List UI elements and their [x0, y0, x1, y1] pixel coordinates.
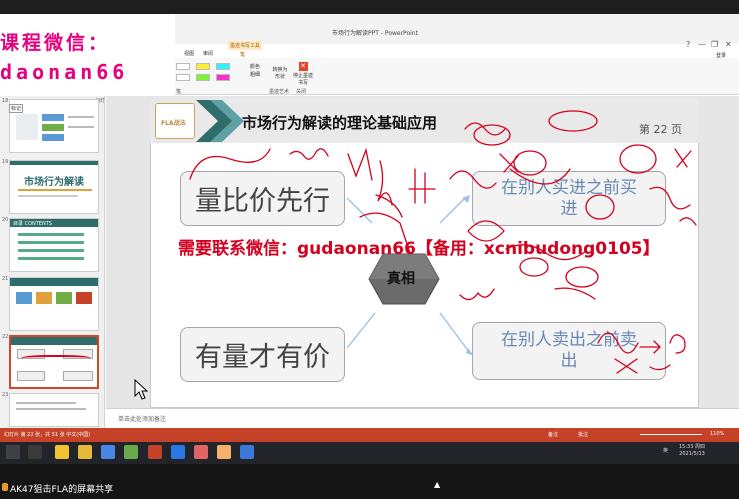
file-explorer-icon[interactable] [55, 445, 69, 459]
input-language[interactable]: 英 [663, 447, 668, 454]
slide-thumbnail-active[interactable] [9, 335, 99, 389]
thumb-number: 19 [2, 159, 9, 165]
clock[interactable]: 15:33 周四 2021/5/13 [679, 444, 705, 458]
notes-placeholder[interactable]: 单击此处添加备注 [118, 414, 166, 423]
zoom-level[interactable]: 110% [710, 431, 724, 437]
thumb-number: 20 [2, 217, 9, 223]
tab-pens[interactable]: 笔 [240, 51, 245, 58]
stop-icon: ✕ [298, 62, 308, 71]
app-icon[interactable] [101, 445, 115, 459]
screen-share-label: AK47狙击FLA的屏幕共享 [10, 485, 114, 495]
zoom-slider[interactable] [640, 434, 702, 435]
app-icon[interactable] [217, 445, 231, 459]
convert-to-shapes-button[interactable]: 转换为形状 [271, 66, 289, 80]
folder-icon[interactable] [78, 445, 92, 459]
pen-thickness-button[interactable]: 粗细 [250, 71, 260, 78]
pen-swatch[interactable] [216, 63, 230, 70]
ribbon-group-ink-art: 墨迹艺术 [269, 89, 290, 95]
overlay-contact-text: 需要联系微信：gudaonan66【备用：xcnibudong0105】 [178, 239, 660, 259]
tab-view[interactable]: 视图 [184, 50, 194, 57]
app-icon[interactable] [240, 445, 254, 459]
slide-position-status: 幻灯片 第 22 张，共 51 张 中文(中国) [4, 432, 91, 438]
thumb-number: 18 [2, 98, 9, 104]
watermark-line-2: daonan66 [0, 60, 129, 84]
notes-pane[interactable] [106, 408, 739, 428]
tab-review[interactable]: 审阅 [203, 50, 213, 57]
close-icon[interactable]: ✕ [725, 40, 732, 49]
tab-drawing-tools[interactable]: 墨迹书写工具 [228, 41, 263, 50]
document-title: 市场行为解读PPT - PowerPoint [332, 30, 418, 37]
thumb-number: 21 [2, 276, 9, 282]
search-icon[interactable] [28, 445, 42, 459]
watermark-line-1: 课程微信： [0, 32, 111, 54]
app-icon[interactable] [171, 445, 185, 459]
tooltip: 标记 [9, 104, 24, 113]
stop-inking-label: 停止墨迹书写 [293, 73, 314, 86]
comments-toggle[interactable]: 批注 [578, 431, 588, 438]
powerpoint-icon[interactable] [148, 445, 162, 459]
pen-swatch[interactable] [196, 74, 210, 81]
ribbon-group-close: 关闭 [296, 89, 307, 95]
thumb-number: 22 [2, 334, 9, 340]
start-icon[interactable] [6, 445, 20, 459]
minimize-icon[interactable]: — [698, 40, 706, 49]
clock-time: 15:33 周四 [679, 444, 705, 450]
mouse-pointer-icon [134, 379, 148, 400]
pen-swatch[interactable] [196, 63, 210, 70]
thumb-number: 23 [2, 392, 9, 398]
cursor-icon: ▲ [434, 480, 441, 489]
ribbon-group-pens: 笔 [176, 89, 182, 95]
slide-thumbnail[interactable]: 市场行为解读 [9, 160, 99, 214]
restore-icon[interactable]: ❐ [711, 40, 718, 49]
user-icon [2, 483, 8, 491]
pen-color-button[interactable]: 颜色 [250, 63, 260, 70]
thumb-title: 目录 CONTENTS [13, 221, 52, 227]
pen-swatch[interactable] [176, 74, 190, 81]
app-icon[interactable] [124, 445, 138, 459]
pen-swatch[interactable] [176, 63, 190, 70]
slide-thumbnail[interactable] [9, 277, 99, 331]
slide-thumbnail[interactable] [9, 393, 99, 427]
help-icon[interactable]: ? [686, 40, 690, 49]
app-icon[interactable] [194, 445, 208, 459]
clock-date: 2021/5/13 [679, 451, 705, 457]
thumb-title: 市场行为解读 [24, 177, 84, 188]
notes-toggle[interactable]: 备注 [548, 431, 558, 438]
pen-swatch[interactable] [216, 74, 230, 81]
status-bar [0, 428, 739, 442]
slide-thumbnail[interactable]: 目录 CONTENTS [9, 218, 99, 272]
stop-inking-button[interactable]: ✕ 停止墨迹书写 [293, 62, 313, 86]
